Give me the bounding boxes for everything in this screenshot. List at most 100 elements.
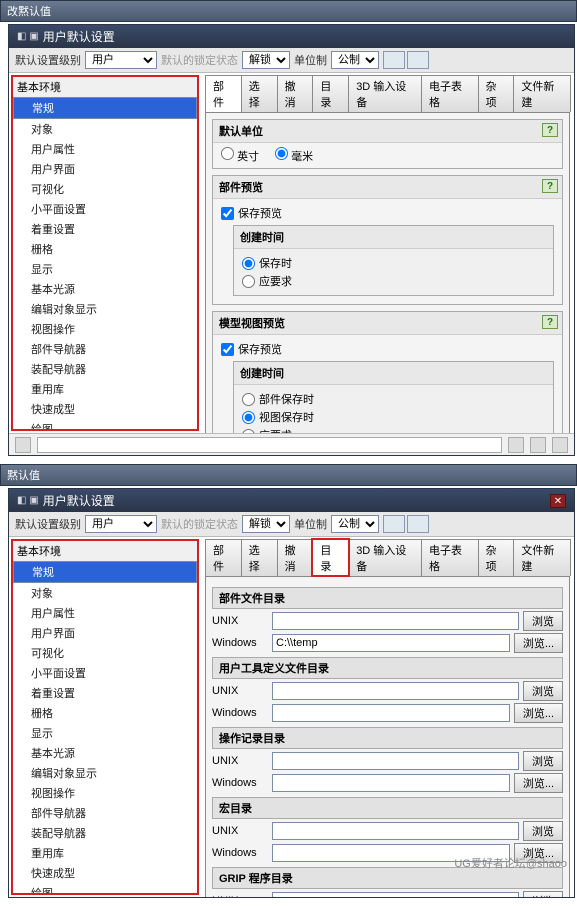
toolbar-icon[interactable] xyxy=(552,437,568,453)
tree-item-object[interactable]: 对象 xyxy=(13,119,197,139)
tree-item-user-attr[interactable]: 用户属性 xyxy=(13,139,197,159)
tree-root[interactable]: 基本环境 xyxy=(13,77,197,97)
tree-item-user-attr[interactable]: 用户属性 xyxy=(13,603,197,623)
unit-select[interactable]: 公制 xyxy=(331,515,379,533)
input-win-3[interactable] xyxy=(272,774,510,792)
tab-sheet[interactable]: 电子表格 xyxy=(421,75,479,112)
tree-item-edit-display[interactable]: 编辑对象显示 xyxy=(13,763,197,783)
level-select[interactable]: 用户 xyxy=(85,51,157,69)
tree-item-visual[interactable]: 可视化 xyxy=(13,643,197,663)
tree-item-rapid[interactable]: 快速成型 xyxy=(13,399,197,419)
tab-undo[interactable]: 撤消 xyxy=(277,539,314,576)
browse-button[interactable]: 浏览 xyxy=(523,891,563,897)
browse-button[interactable]: 浏览 xyxy=(523,611,563,631)
tree-item-rapid[interactable]: 快速成型 xyxy=(13,863,197,883)
chk-save-preview[interactable] xyxy=(221,207,234,220)
tree-item-visual[interactable]: 可视化 xyxy=(13,179,197,199)
browse-button[interactable]: 浏览 xyxy=(523,681,563,701)
radio-on-demand2[interactable] xyxy=(242,429,255,434)
status-input[interactable] xyxy=(37,437,502,453)
input-win-2[interactable] xyxy=(272,704,510,722)
tree-item-part-nav[interactable]: 部件导航器 xyxy=(13,339,197,359)
radio-mm-label[interactable]: 毫米 xyxy=(275,147,313,164)
help-icon[interactable]: ? xyxy=(542,123,558,137)
tab-part[interactable]: 部件 xyxy=(205,539,242,576)
tab-row: 部件 选择 撤消 目录 3D 输入设备 电子表格 杂项 文件新建 xyxy=(205,75,570,113)
tab-newfile[interactable]: 文件新建 xyxy=(513,539,571,576)
tab-newfile[interactable]: 文件新建 xyxy=(513,75,571,112)
input-win-1[interactable] xyxy=(272,634,510,652)
tree-root[interactable]: 基本环境 xyxy=(13,541,197,561)
tree-item-emphasis[interactable]: 着重设置 xyxy=(13,219,197,239)
radio-on-save[interactable] xyxy=(242,257,255,270)
nav-tree[interactable]: 基本环境 常规 对象 用户属性 用户界面 可视化 小平面设置 着重设置 栅格 显… xyxy=(13,541,197,893)
radio-on-demand[interactable] xyxy=(242,275,255,288)
tree-item-facet[interactable]: 小平面设置 xyxy=(13,199,197,219)
chk-save-preview2[interactable] xyxy=(221,343,234,356)
unit-select[interactable]: 公制 xyxy=(331,51,379,69)
tree-item-user-ui[interactable]: 用户界面 xyxy=(13,159,197,179)
browse-button[interactable]: 浏览 xyxy=(523,751,563,771)
browse-button[interactable]: 浏览 xyxy=(523,821,563,841)
tab-undo[interactable]: 撤消 xyxy=(277,75,314,112)
view-mode-icons[interactable] xyxy=(383,515,429,533)
tab-part[interactable]: 部件 xyxy=(205,75,242,112)
tree-item-display[interactable]: 显示 xyxy=(13,259,197,279)
tab-dir[interactable]: 目录 xyxy=(312,75,349,112)
view-mode-icons[interactable] xyxy=(383,51,429,69)
tab-select[interactable]: 选择 xyxy=(241,75,278,112)
level-select[interactable]: 用户 xyxy=(85,515,157,533)
tree-item-reuse[interactable]: 重用库 xyxy=(13,843,197,863)
tree-item-general[interactable]: 常规 xyxy=(13,97,197,119)
tree-item-grid[interactable]: 栅格 xyxy=(13,239,197,259)
lock-select[interactable]: 解锁 xyxy=(242,51,290,69)
tree-item-user-ui[interactable]: 用户界面 xyxy=(13,623,197,643)
tab-select[interactable]: 选择 xyxy=(241,539,278,576)
tree-item-asm-nav[interactable]: 装配导航器 xyxy=(13,823,197,843)
input-unix-2[interactable] xyxy=(272,682,519,700)
toolbar-icon[interactable] xyxy=(530,437,546,453)
radio-inch-label[interactable]: 英寸 xyxy=(221,147,259,164)
radio-all-save[interactable] xyxy=(242,393,255,406)
close-icon[interactable]: ✕ xyxy=(550,494,566,508)
tree-item-edit-display[interactable]: 编辑对象显示 xyxy=(13,299,197,319)
tree-item-plot[interactable]: 绘图 xyxy=(13,883,197,893)
lock-select[interactable]: 解锁 xyxy=(242,515,290,533)
tree-item-display[interactable]: 显示 xyxy=(13,723,197,743)
nav-tree[interactable]: 基本环境 常规 对象 用户属性 用户界面 可视化 小平面设置 着重设置 栅格 显… xyxy=(13,77,197,429)
help-icon[interactable]: ? xyxy=(542,315,558,329)
browse-button[interactable]: 浏览... xyxy=(514,703,563,723)
tab-misc[interactable]: 杂项 xyxy=(478,539,515,576)
watermark-text: UG爱好者论坛@shaoo xyxy=(454,855,567,871)
tree-item-light[interactable]: 基本光源 xyxy=(13,743,197,763)
radio-view-save[interactable] xyxy=(242,411,255,424)
tab-3d[interactable]: 3D 输入设备 xyxy=(348,539,422,576)
label-win: Windows xyxy=(212,637,268,649)
input-unix-3[interactable] xyxy=(272,752,519,770)
tab-misc[interactable]: 杂项 xyxy=(478,75,515,112)
tree-item-view-op[interactable]: 视图操作 xyxy=(13,783,197,803)
tab-dir[interactable]: 目录 xyxy=(312,539,349,576)
tree-item-grid[interactable]: 栅格 xyxy=(13,703,197,723)
radio-mm[interactable] xyxy=(275,147,288,160)
tree-item-reuse[interactable]: 重用库 xyxy=(13,379,197,399)
input-unix-4[interactable] xyxy=(272,822,519,840)
tree-item-facet[interactable]: 小平面设置 xyxy=(13,663,197,683)
browse-button[interactable]: 浏览... xyxy=(514,773,563,793)
input-unix-5[interactable] xyxy=(272,892,519,897)
tree-item-view-op[interactable]: 视图操作 xyxy=(13,319,197,339)
toolbar-icon[interactable] xyxy=(508,437,524,453)
tree-item-part-nav[interactable]: 部件导航器 xyxy=(13,803,197,823)
tree-item-asm-nav[interactable]: 装配导航器 xyxy=(13,359,197,379)
tree-item-plot[interactable]: 绘图 xyxy=(13,419,197,429)
radio-inch[interactable] xyxy=(221,147,234,160)
tree-item-object[interactable]: 对象 xyxy=(13,583,197,603)
tree-item-emphasis[interactable]: 着重设置 xyxy=(13,683,197,703)
tree-item-general[interactable]: 常规 xyxy=(13,561,197,583)
input-unix-1[interactable] xyxy=(272,612,519,630)
tab-sheet[interactable]: 电子表格 xyxy=(421,539,479,576)
help-icon[interactable]: ? xyxy=(542,179,558,193)
browse-button[interactable]: 浏览... xyxy=(514,633,563,653)
tree-item-light[interactable]: 基本光源 xyxy=(13,279,197,299)
tab-3d[interactable]: 3D 输入设备 xyxy=(348,75,422,112)
